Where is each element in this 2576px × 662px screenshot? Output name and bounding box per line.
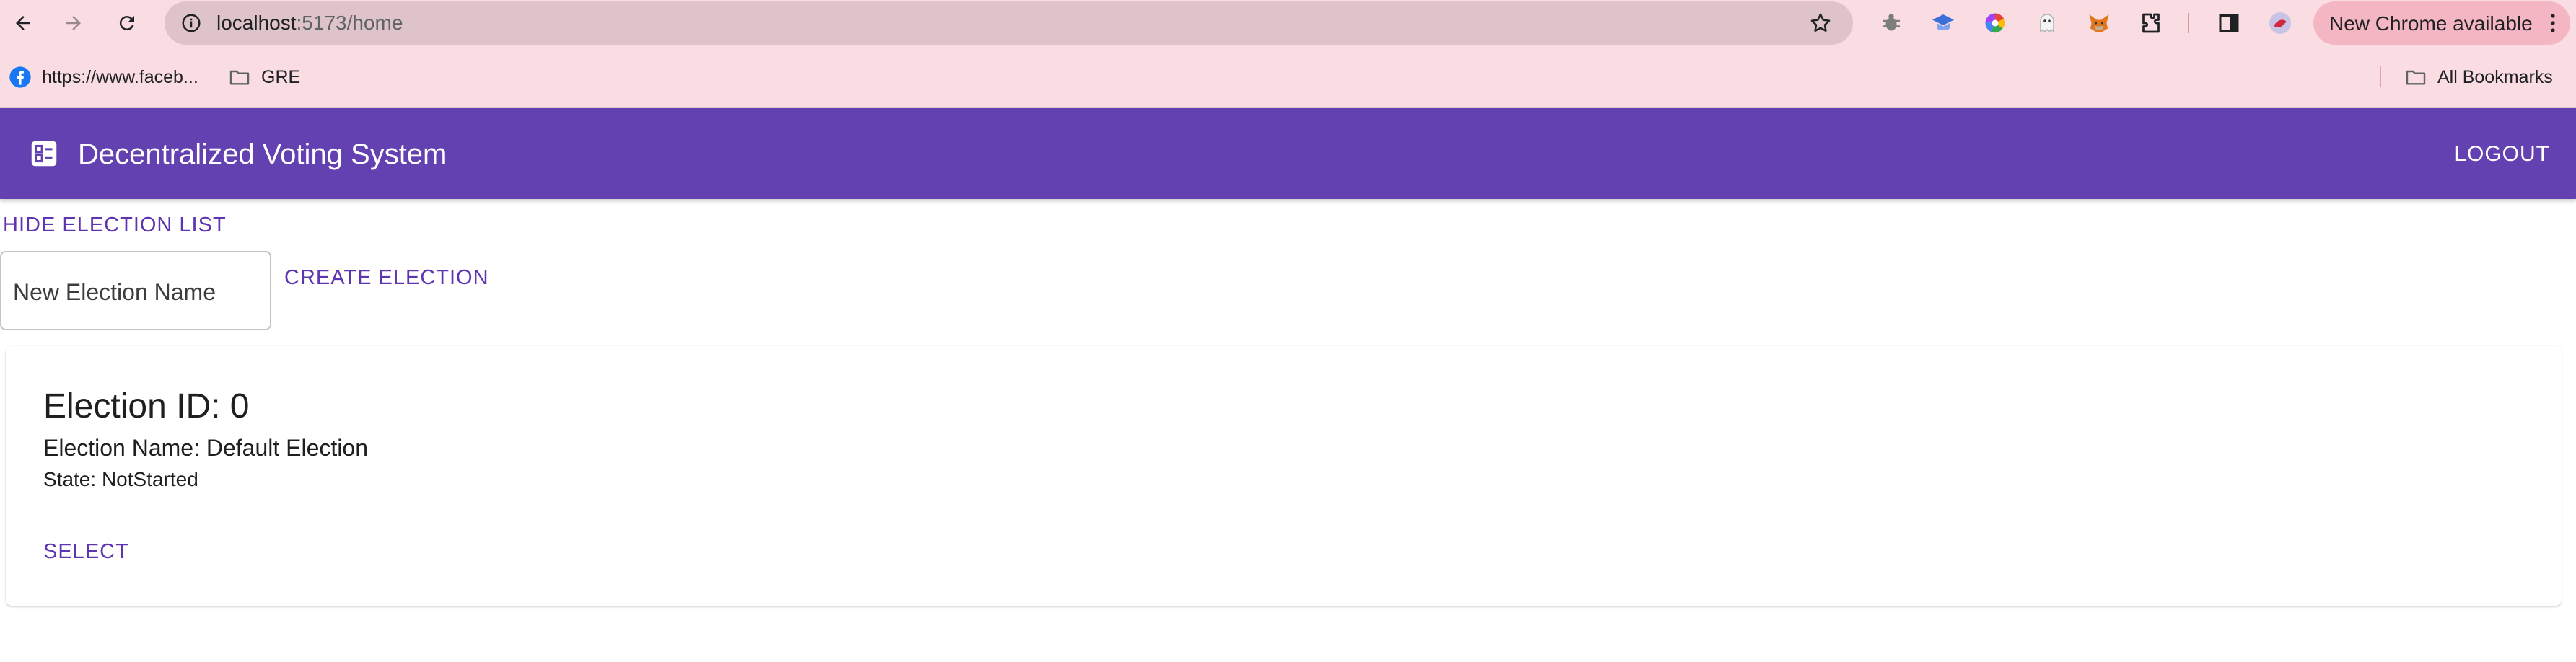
puzzle-extensions-icon[interactable]: [2138, 10, 2164, 36]
election-card: Election ID: 0 Election Name: Default El…: [6, 346, 2562, 606]
bookmarks-divider: [2380, 66, 2381, 87]
bookmark-label: https://www.faceb...: [42, 66, 198, 87]
side-panel-icon[interactable]: [2216, 10, 2242, 36]
folder-icon: [229, 70, 250, 85]
bookmark-folder-gre[interactable]: GRE: [228, 65, 300, 89]
bookmark-facebook[interactable]: https://www.faceb...: [9, 65, 198, 89]
new-election-name-input[interactable]: [12, 277, 260, 307]
app-title: Decentralized Voting System: [78, 138, 447, 170]
address-bar[interactable]: localhost:5173/home: [165, 1, 1853, 45]
forward-button[interactable]: [59, 9, 88, 37]
bug-extension-icon[interactable]: [1878, 10, 1904, 36]
chrome-update-button[interactable]: New Chrome available: [2313, 1, 2570, 45]
reload-icon: [119, 16, 134, 31]
election-state: State: NotStarted: [43, 468, 198, 490]
back-button[interactable]: [9, 9, 38, 37]
bookmarks-bar: https://www.faceb... GRE All Bookmarks: [0, 46, 2576, 108]
browser-toolbar: localhost:5173/home New Chrome available: [0, 0, 2576, 46]
url-text[interactable]: localhost:5173/home: [216, 12, 403, 35]
election-id: Election ID: 0: [43, 387, 250, 425]
new-election-field[interactable]: [0, 251, 271, 330]
create-election-button[interactable]: CREATE ELECTION: [284, 265, 489, 290]
bookmark-star-icon[interactable]: [1808, 11, 1833, 35]
folder-icon: [2406, 70, 2426, 85]
all-bookmarks-button[interactable]: All Bookmarks: [2404, 65, 2553, 89]
graduation-cap-extension-icon[interactable]: [1930, 10, 1956, 36]
arrow-right-icon: [66, 16, 81, 30]
toolbar-divider: [2188, 13, 2189, 33]
profile-avatar-icon[interactable]: [2267, 10, 2293, 36]
metamask-fox-icon[interactable]: [2086, 10, 2112, 36]
arrow-left-icon: [16, 16, 30, 30]
select-election-button[interactable]: SELECT: [43, 539, 129, 564]
site-info-icon[interactable]: [180, 12, 202, 34]
reload-button[interactable]: [113, 9, 141, 37]
ghost-extension-icon[interactable]: [2034, 10, 2060, 36]
color-wheel-extension-icon[interactable]: [1982, 10, 2008, 36]
chrome-update-label: New Chrome available: [2329, 12, 2533, 35]
hide-election-list-button[interactable]: HIDE ELECTION LIST: [3, 213, 227, 237]
all-bookmarks-label: All Bookmarks: [2437, 66, 2553, 87]
facebook-icon: [9, 66, 31, 88]
bookmark-label: GRE: [261, 66, 301, 87]
more-vert-icon[interactable]: [2546, 12, 2560, 35]
app-header: Decentralized Voting System LOGOUT: [0, 108, 2576, 199]
logout-button[interactable]: LOGOUT: [2454, 141, 2550, 167]
election-name: Election Name: Default Election: [43, 435, 368, 461]
ballot-list-icon: [31, 141, 57, 167]
